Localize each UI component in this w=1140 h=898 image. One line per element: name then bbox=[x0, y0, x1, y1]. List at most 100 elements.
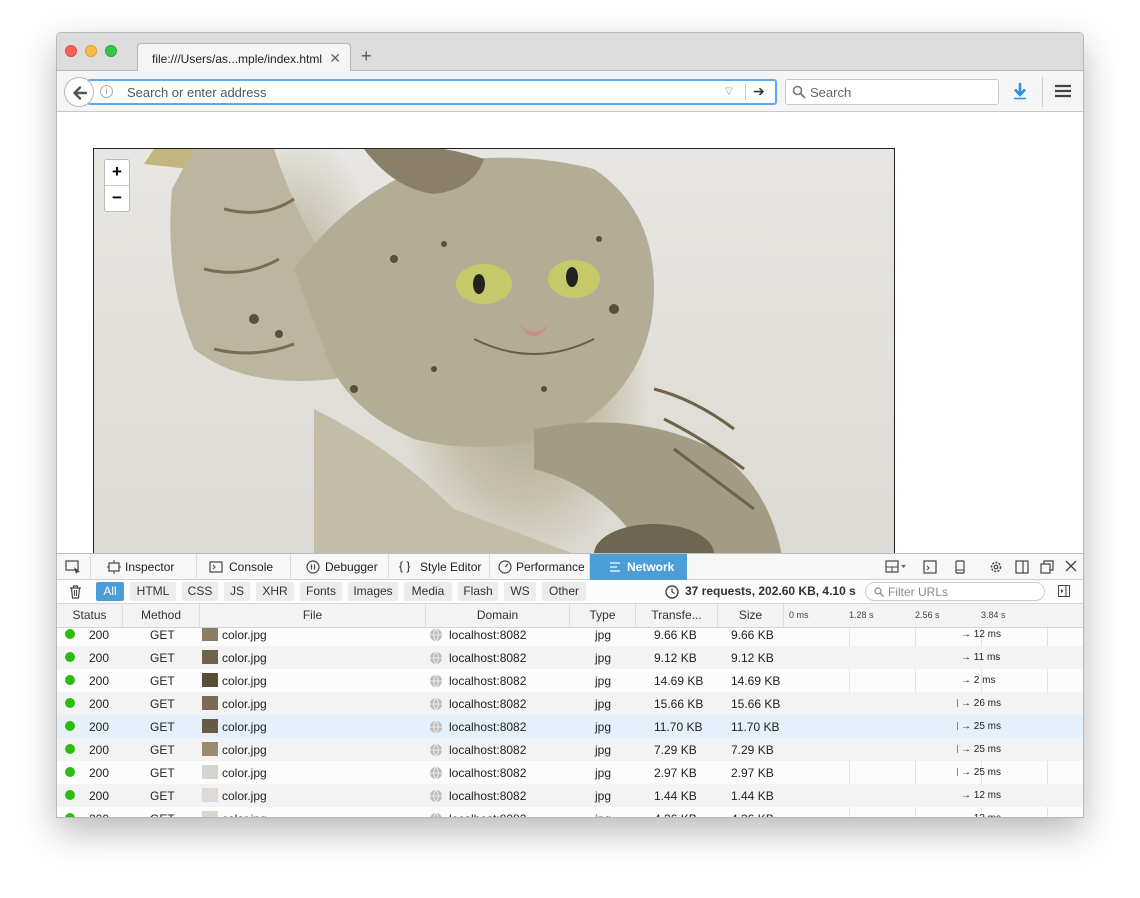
filter-js-button[interactable]: JS bbox=[224, 582, 250, 601]
go-arrow-icon[interactable]: ➔ bbox=[753, 83, 765, 100]
filter-search-icon bbox=[874, 587, 884, 597]
trash-icon[interactable] bbox=[69, 585, 82, 599]
file-name: color.jpg bbox=[222, 628, 267, 642]
timeline-tick: 3.84 s bbox=[981, 610, 1006, 620]
content-type: jpg bbox=[595, 651, 612, 665]
status-ok-icon bbox=[65, 721, 75, 731]
timing-label: → 25 ms bbox=[961, 721, 1002, 732]
content-type: jpg bbox=[595, 789, 612, 803]
address-input[interactable] bbox=[127, 82, 717, 102]
cat-figurine-image[interactable] bbox=[94, 149, 895, 553]
element-picker-icon[interactable] bbox=[65, 560, 81, 574]
undock-window-icon[interactable] bbox=[1040, 560, 1054, 574]
toggle-sidebar-icon[interactable] bbox=[1058, 585, 1070, 597]
filter-all-button[interactable]: All bbox=[96, 582, 124, 601]
timeline-tick: 1.28 s bbox=[849, 610, 874, 620]
resource-size: 11.70 KB bbox=[731, 720, 780, 734]
column-header-transferred[interactable]: Transfe... bbox=[636, 604, 718, 628]
column-header-method[interactable]: Method bbox=[123, 604, 200, 628]
status-ok-icon bbox=[65, 652, 75, 662]
close-tab-icon[interactable]: ✕ bbox=[329, 50, 341, 67]
history-dropdown-icon[interactable]: ▽ bbox=[725, 86, 733, 97]
zoom-in-button[interactable]: + bbox=[105, 160, 129, 185]
resource-size: 7.29 KB bbox=[731, 743, 774, 757]
responsive-design-icon[interactable] bbox=[955, 560, 965, 574]
dock-layout-icon[interactable] bbox=[885, 560, 907, 574]
table-row[interactable]: 200 GET color.jpg localhost:8082 jpg 14.69 KB… bbox=[57, 669, 1083, 692]
new-tab-icon[interactable]: + bbox=[361, 47, 372, 65]
hamburger-menu-icon[interactable] bbox=[1055, 84, 1071, 98]
filter-html-button[interactable]: HTML bbox=[130, 582, 176, 601]
search-input[interactable] bbox=[810, 83, 990, 101]
tab-style-editor[interactable]: { } Style Editor bbox=[388, 554, 489, 580]
transferred-size: 14.69 KB bbox=[654, 674, 704, 688]
page-content: + − bbox=[57, 112, 1083, 553]
column-header-file[interactable]: File bbox=[200, 604, 426, 628]
globe-icon bbox=[430, 628, 442, 642]
settings-gear-icon[interactable] bbox=[989, 560, 1003, 574]
transferred-size: 9.66 KB bbox=[654, 628, 697, 642]
timeline-tick: 2.56 s bbox=[915, 610, 940, 620]
filter-images-button[interactable]: Images bbox=[348, 582, 398, 601]
back-button[interactable] bbox=[64, 77, 94, 107]
table-row[interactable]: 200 GET color.jpg localhost:8082 jpg 9.66 KB 9… bbox=[57, 628, 1083, 646]
column-header-size[interactable]: Size bbox=[718, 604, 784, 628]
table-row[interactable]: 200 GET color.jpg localhost:8082 jpg 7.29 KB 7… bbox=[57, 738, 1083, 761]
request-method: GET bbox=[150, 697, 175, 711]
request-method: GET bbox=[150, 743, 175, 757]
resource-size: 9.66 KB bbox=[731, 628, 774, 642]
tab-performance[interactable]: Performance bbox=[489, 554, 589, 580]
tab-network[interactable]: Network bbox=[589, 554, 687, 580]
tab-label: Debugger bbox=[325, 560, 378, 574]
close-devtools-icon[interactable] bbox=[1065, 560, 1077, 572]
filter-fonts-button[interactable]: Fonts bbox=[300, 582, 342, 601]
network-request-list: 200 GET color.jpg localhost:8082 jpg 9.66 KB 9… bbox=[57, 628, 1083, 817]
filter-xhr-button[interactable]: XHR bbox=[256, 582, 294, 601]
zoom-control: + − bbox=[104, 159, 130, 212]
filter-flash-button[interactable]: Flash bbox=[458, 582, 498, 601]
tab-label: Inspector bbox=[125, 560, 175, 574]
status-code: 200 bbox=[89, 743, 110, 757]
filter-media-button[interactable]: Media bbox=[404, 582, 452, 601]
status-code: 200 bbox=[89, 628, 110, 642]
tab-console[interactable]: Console bbox=[196, 554, 290, 580]
image-viewer[interactable]: + − bbox=[93, 148, 895, 553]
tab-debugger[interactable]: Debugger bbox=[290, 554, 388, 580]
filter-css-button[interactable]: CSS bbox=[182, 582, 218, 601]
column-header-domain[interactable]: Domain bbox=[426, 604, 570, 628]
status-ok-icon bbox=[65, 790, 75, 800]
close-window-button[interactable] bbox=[65, 45, 77, 57]
timing-label: → 25 ms bbox=[961, 767, 1002, 778]
filter-urls-input[interactable] bbox=[888, 585, 1038, 599]
devtools-toolbar: Inspector Console Debugger { } Style Edi… bbox=[57, 554, 1083, 580]
filter-ws-button[interactable]: WS bbox=[504, 582, 536, 601]
domain: localhost:8082 bbox=[449, 743, 527, 757]
table-row[interactable]: 200 GET color.jpg localhost:8082 jpg 4.36 KB 4… bbox=[57, 807, 1083, 817]
table-row[interactable]: 200 GET color.jpg localhost:8082 jpg 1.44 KB 1… bbox=[57, 784, 1083, 807]
table-row[interactable]: 200 GET color.jpg localhost:8082 jpg 9.12 KB 9… bbox=[57, 646, 1083, 669]
table-row[interactable]: 200 GET color.jpg localhost:8082 jpg 11.70 KB… bbox=[57, 715, 1083, 738]
navigation-toolbar: i ▽ ➔ bbox=[57, 71, 1083, 112]
site-info-icon[interactable]: i bbox=[100, 85, 113, 98]
domain: localhost:8082 bbox=[449, 766, 527, 780]
tab-inspector[interactable]: Inspector bbox=[90, 554, 196, 580]
browser-tab[interactable]: file:///Users/as...mple/index.html ✕ bbox=[137, 43, 351, 72]
minimize-window-button[interactable] bbox=[85, 45, 97, 57]
file-name: color.jpg bbox=[222, 674, 267, 688]
search-bar[interactable] bbox=[785, 79, 999, 105]
table-row[interactable]: 200 GET color.jpg localhost:8082 jpg 15.66 KB… bbox=[57, 692, 1083, 715]
table-row[interactable]: 200 GET color.jpg localhost:8082 jpg 2.97 KB 2… bbox=[57, 761, 1083, 784]
zoom-window-button[interactable] bbox=[105, 45, 117, 57]
filter-urls-box[interactable] bbox=[865, 582, 1045, 601]
transferred-size: 4.36 KB bbox=[654, 812, 697, 817]
column-header-status[interactable]: Status bbox=[57, 604, 123, 628]
status-ok-icon bbox=[65, 744, 75, 754]
back-arrow-icon bbox=[73, 86, 88, 100]
dock-side-icon[interactable] bbox=[1015, 560, 1029, 574]
zoom-out-button[interactable]: − bbox=[105, 185, 129, 210]
column-header-type[interactable]: Type bbox=[570, 604, 636, 628]
address-bar[interactable]: i ▽ ➔ bbox=[87, 79, 777, 105]
filter-other-button[interactable]: Other bbox=[542, 582, 586, 601]
split-console-icon[interactable] bbox=[923, 560, 937, 574]
download-icon[interactable] bbox=[1012, 82, 1028, 100]
